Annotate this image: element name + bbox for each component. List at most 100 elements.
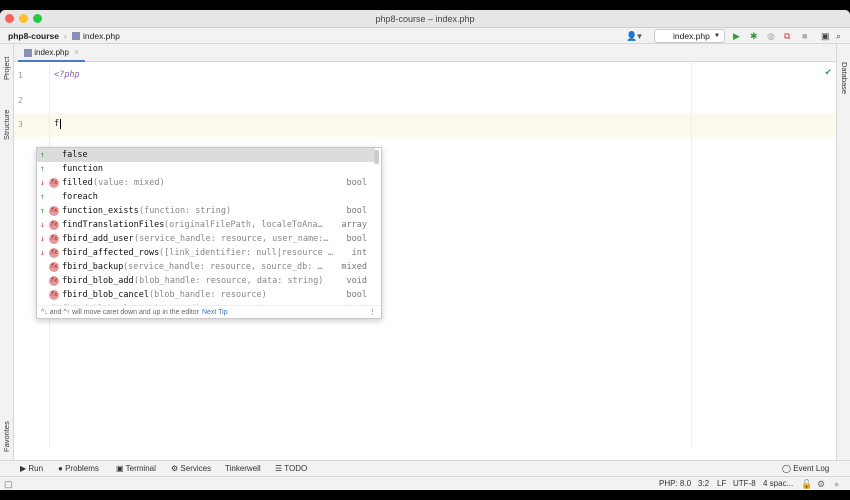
completion-name: false [62,150,88,160]
completion-item[interactable]: ↑ foreach [37,190,375,204]
arrow-down-icon: ↓ [40,234,45,243]
completion-name: fbird_blob_add [62,276,134,286]
completion-item[interactable]: ↓ fx filled (value: mixed) bool [37,176,375,190]
breadcrumb-separator-icon: › [64,31,67,41]
tab-index-php[interactable]: index.php × [18,44,85,62]
arrow-up-icon: ↑ [40,164,45,173]
completion-item[interactable]: ↑ false [37,148,375,162]
completion-item[interactable]: ↓ fx fbird_add_user (service_handle: resour… [37,232,375,246]
arrow-down-icon: ↓ [40,178,45,187]
tab-label: index.php [34,48,69,57]
code-line: f [54,119,62,129]
function-icon: fx [49,262,59,272]
title-bar: php8-course – index.php [0,10,850,28]
search-icon[interactable]: ⌕ [836,28,841,44]
completion-item[interactable]: ↑ fx function_exists (function: string) bool [37,204,375,218]
completion-name: filled [62,178,93,188]
indent-setting[interactable]: 4 spac... [763,477,793,490]
completion-item[interactable]: fx fbird_blob_add (blob_handle: resource, … [37,274,375,288]
completion-name: fbird_affected_rows [62,248,160,258]
run-icon[interactable]: ▶ [733,28,740,44]
completion-name: findTranslationFiles [62,220,165,230]
completion-type: array [341,220,367,230]
completion-name: fbird_add_user [62,234,134,244]
completion-args: (blob_handle: resource) [149,290,267,300]
run-tool-button[interactable]: ▶ Run [20,461,43,477]
close-window-button[interactable] [5,14,14,23]
user-icon[interactable]: 👤▾ [626,28,642,44]
line-number: 3 [18,120,23,129]
completion-type: bool [346,290,367,300]
completion-args: ([link_identifier: null|resource … [159,248,333,258]
php-file-icon [24,48,32,57]
close-tab-icon[interactable]: × [74,48,79,57]
tool-window-bar: ▶ Run ● Problems ▣ Terminal ⚙ Services T… [0,460,850,476]
completion-name: function_exists [62,206,139,216]
no-problems-check-icon[interactable]: ✔ [824,67,832,78]
notifications-icon[interactable]: ● [834,477,839,490]
completion-type: mixed [341,262,367,272]
database-tool-button[interactable]: Database [840,62,849,94]
git-icon[interactable]: ⚙ [817,477,825,490]
line-separator[interactable]: LF [717,477,726,490]
code-line: <?php [54,70,80,80]
function-icon: fx [49,206,59,216]
completion-name: fbird_blob_cancel [62,290,149,300]
completion-args: (function: string) [139,206,232,216]
problems-tool-button[interactable]: ● Problems [58,461,99,477]
completion-item[interactable]: ↓ fx fbird_affected_rows ([link_identifier:… [37,246,375,260]
coverage-icon[interactable]: ◍ [767,28,775,44]
layout-icon[interactable]: ▣ [821,28,830,44]
tinkerwell-tool-button[interactable]: Tinkerwell [225,461,261,477]
completion-name: fbird_backup [62,262,124,272]
popup-scrollbar[interactable] [374,150,379,164]
function-icon: fx [49,234,59,244]
completion-item[interactable]: ↓ fx findTranslationFiles (originalFilePath… [37,218,375,232]
more-options-icon[interactable]: ⋮ [369,306,376,318]
arrow-down-icon: ↓ [40,248,45,257]
function-icon: fx [49,290,59,300]
left-tool-strip: Project Structure Favorites [0,44,14,460]
terminal-tool-button[interactable]: ▣ Terminal [116,461,156,477]
stop-icon[interactable]: ■ [802,28,807,44]
completion-name: foreach [62,192,98,202]
run-config-select[interactable]: index.php ▼ [654,29,725,43]
navigation-bar: php8-course › index.php 👤▾ index.php ▼ ▶ … [0,28,850,44]
completion-args: (originalFilePath, localeToAna… [164,220,323,230]
completion-type: void [346,276,367,286]
todo-tool-button[interactable]: ☰ TODO [275,461,307,477]
breadcrumb-project[interactable]: php8-course [8,28,59,44]
editor-tabs: index.php × [14,44,836,62]
completion-type: bool [346,234,367,244]
completion-type: int [351,248,367,258]
next-tip-link[interactable]: Next Tip [202,309,228,316]
arrow-up-icon: ↑ [40,150,45,159]
arrow-up-icon: ↑ [40,206,45,215]
completion-args: (value: mixed) [93,178,165,188]
completion-popup: fxfbird_blob_close(blob_handle: resource… [36,147,382,319]
toggle-tool-windows-icon[interactable]: ▢ [4,477,13,490]
line-number: 1 [18,71,23,80]
minimize-window-button[interactable] [19,14,28,23]
debug-icon[interactable]: ✱ [750,28,758,44]
event-log-button[interactable]: ◯ Event Log [782,461,829,477]
php-version[interactable]: PHP: 8.0 [659,477,691,490]
caret-position[interactable]: 3:2 [698,477,709,490]
structure-tool-button[interactable]: Structure [2,110,11,140]
zoom-window-button[interactable] [33,14,42,23]
completion-args: (service_handle: resource, user_name:… [134,234,329,244]
chevron-down-icon: ▼ [714,33,720,39]
completion-item[interactable]: fx fbird_backup (service_handle: resource,… [37,260,375,274]
completion-type: bool [346,206,367,216]
completion-item[interactable]: fx fbird_blob_cancel (blob_handle: resourc… [37,288,375,302]
profiler-icon[interactable]: ⧉ [784,28,790,44]
completion-item[interactable]: ↑ function [37,162,375,176]
file-encoding[interactable]: UTF-8 [733,477,756,490]
favorites-tool-button[interactable]: Favorites [2,421,11,452]
lock-icon[interactable]: 🔓 [801,477,812,490]
project-tool-button[interactable]: Project [2,57,11,80]
breadcrumb-file[interactable]: index.php [83,28,120,44]
function-icon: fx [49,220,59,230]
services-tool-button[interactable]: ⚙ Services [171,461,211,477]
arrow-down-icon: ↓ [40,220,45,229]
